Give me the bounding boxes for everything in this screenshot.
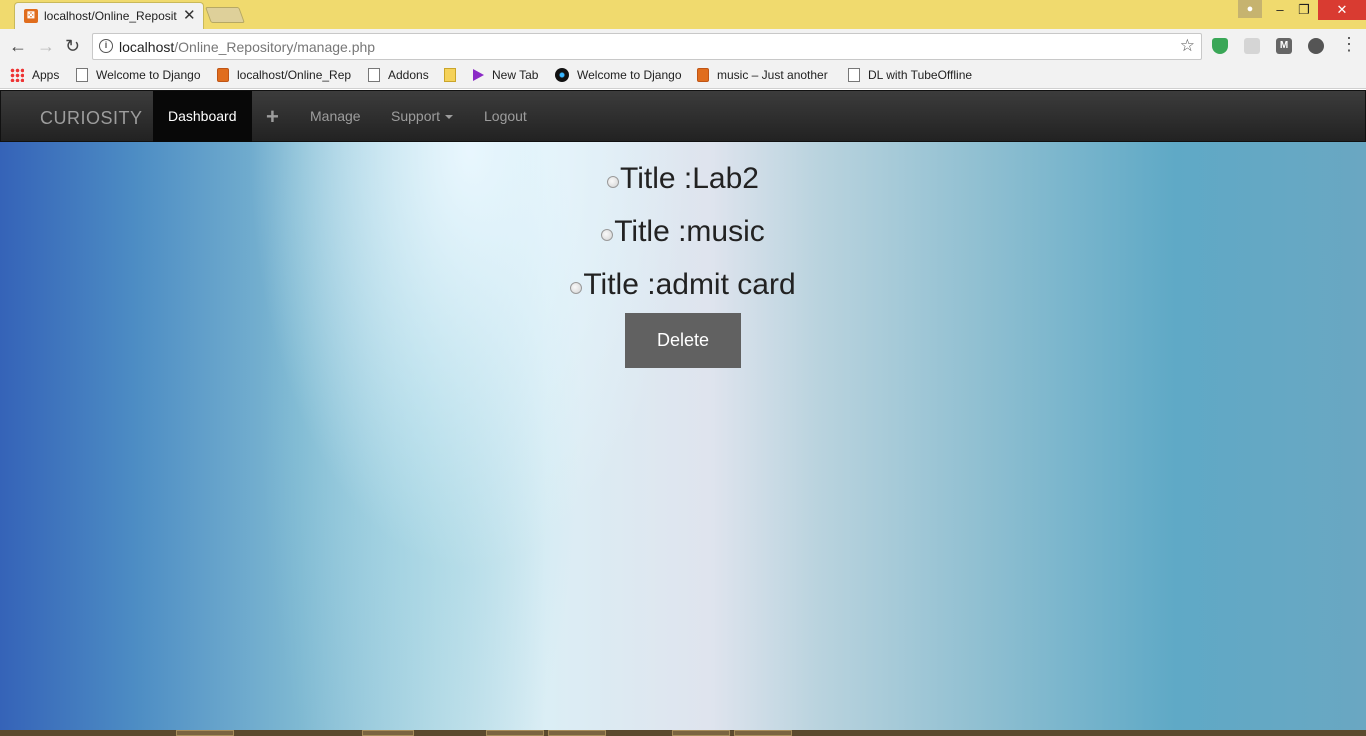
pdf-extension-icon[interactable] <box>1244 38 1260 54</box>
reload-icon[interactable]: ↻ <box>65 36 80 57</box>
window-close-button[interactable]: ✕ <box>1318 0 1366 20</box>
entry-title: Title :Lab2 <box>620 162 759 195</box>
page-icon <box>76 68 88 82</box>
bookmark-label: Addons <box>388 68 429 82</box>
bookmark-label: DL with TubeOffline <box>868 68 973 82</box>
entry-title: Title :music <box>614 215 765 248</box>
taskbar-item[interactable] <box>362 730 414 736</box>
bookmarks-bar: Apps Welcome to Django localhost/Online_… <box>0 64 1366 89</box>
plus-icon[interactable]: + <box>251 91 294 142</box>
bookmark-label: localhost/Online_Rep <box>237 68 352 82</box>
nav-support-dropdown[interactable]: Support <box>376 91 468 142</box>
menu-icon[interactable]: ⋮ <box>1340 34 1358 55</box>
xampp-icon <box>697 68 709 82</box>
nav-manage[interactable]: Manage <box>295 91 376 142</box>
bookmark-star-icon[interactable]: ☆ <box>1180 36 1195 56</box>
bookmark-item[interactable]: Welcome to Django <box>555 68 682 82</box>
browser-toolbar: ← → ↻ i localhost/Online_Repository/mana… <box>0 29 1366 64</box>
maximize-button[interactable]: ❐ <box>1290 0 1318 20</box>
bookmark-folder[interactable] <box>444 68 464 82</box>
tab-title: localhost/Online_Reposit <box>44 9 177 23</box>
file-entry: Title :Lab2 <box>0 162 1366 196</box>
delete-button[interactable]: Delete <box>625 313 741 368</box>
bookmark-item[interactable]: music – Just another <box>697 68 828 82</box>
taskbar-item[interactable] <box>176 730 234 736</box>
bookmark-item[interactable]: localhost/Online_Rep <box>217 68 351 82</box>
folder-icon <box>444 68 456 82</box>
bookmark-item[interactable]: Welcome to Django <box>76 68 201 82</box>
shield-extension-icon[interactable] <box>1212 38 1228 54</box>
file-entry: Title :music <box>0 215 1366 249</box>
tab-strip: ⊠ localhost/Online_Reposit ✕ ● – ❐ ✕ <box>0 0 1366 29</box>
page-icon <box>848 68 860 82</box>
bookmark-apps[interactable]: Apps <box>10 68 59 82</box>
play-icon <box>473 69 484 81</box>
xampp-icon <box>217 68 229 82</box>
back-arrow-icon[interactable]: ← <box>9 36 27 57</box>
taskbar-item[interactable] <box>672 730 730 736</box>
bookmark-item[interactable]: DL with TubeOffline <box>848 68 972 82</box>
file-entry: Title :admit card <box>0 268 1366 302</box>
nav-logout[interactable]: Logout <box>469 91 542 142</box>
bookmark-label: Welcome to Django <box>96 68 201 82</box>
forward-arrow-icon[interactable]: → <box>37 36 55 57</box>
entry-title: Title :admit card <box>583 268 796 301</box>
address-bar[interactable]: i localhost/Online_Repository/manage.php… <box>92 33 1202 60</box>
bookmark-label: Apps <box>32 68 60 82</box>
taskbar-item[interactable] <box>734 730 792 736</box>
info-icon[interactable]: i <box>99 39 113 53</box>
m-extension-icon[interactable]: M <box>1276 38 1292 54</box>
caret-down-icon <box>445 115 454 120</box>
taskbar-item[interactable] <box>486 730 544 736</box>
bookmark-label: music – Just another <box>717 68 828 82</box>
nav-support-label: Support <box>391 108 441 124</box>
radio-button[interactable] <box>601 229 614 241</box>
radio-button[interactable] <box>570 282 583 294</box>
page-icon <box>368 68 380 82</box>
new-tab-button[interactable] <box>205 7 245 23</box>
navbar: CURIOSITY Dashboard + Manage Support Log… <box>0 90 1366 142</box>
taskbar-item[interactable] <box>548 730 606 736</box>
browser-tab[interactable]: ⊠ localhost/Online_Reposit ✕ <box>14 2 204 29</box>
url-host: localhost <box>119 39 175 55</box>
page-content: CURIOSITY Dashboard + Manage Support Log… <box>0 90 1366 730</box>
url-path: /Online_Repository/manage.php <box>174 39 376 55</box>
nav-dashboard[interactable]: Dashboard <box>153 91 252 142</box>
bookmark-label: Welcome to Django <box>577 68 682 82</box>
close-icon[interactable]: ✕ <box>183 6 196 24</box>
apps-icon <box>10 68 24 82</box>
disc-icon <box>555 68 569 82</box>
url-text[interactable]: localhost/Online_Repository/manage.php <box>119 39 375 55</box>
brand-link[interactable]: CURIOSITY <box>40 108 143 129</box>
bookmark-item[interactable]: Addons <box>368 68 429 82</box>
film-extension-icon[interactable] <box>1308 38 1324 54</box>
bookmark-label: New Tab <box>492 68 539 82</box>
xampp-icon: ⊠ <box>24 9 38 23</box>
radio-button[interactable] <box>607 176 619 188</box>
bookmark-item[interactable]: New Tab <box>473 68 538 82</box>
user-icon[interactable]: ● <box>1238 0 1262 18</box>
